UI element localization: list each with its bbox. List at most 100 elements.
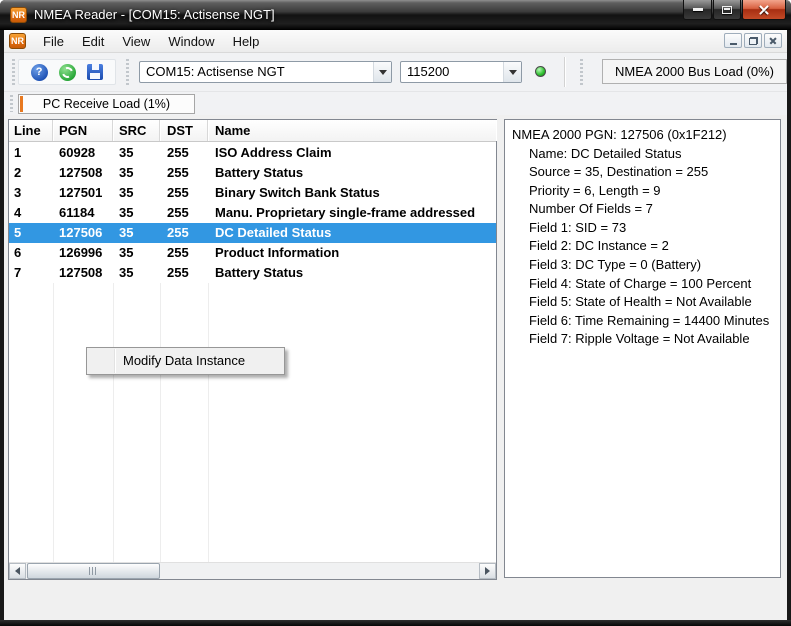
mdi-restore-icon [749,37,758,45]
column-header-src[interactable]: SRC [113,120,160,141]
cell-pgn: 127508 [53,263,113,283]
toolbar-gripper[interactable] [10,95,13,112]
cell-line: 7 [9,263,53,283]
cell-dst: 255 [160,263,208,283]
cell-dst: 255 [160,243,208,263]
detail-line: Name: DC Detailed Status [512,145,780,164]
mdi-close-icon [769,37,777,45]
thumb-grip-icon [89,567,98,575]
close-button[interactable] [742,0,786,20]
table-header: Line PGN SRC DST Name [9,120,496,142]
horizontal-scrollbar[interactable] [9,562,496,579]
save-icon[interactable] [87,64,103,80]
cell-name: DC Detailed Status [208,223,496,243]
table-row[interactable]: 312750135255Binary Switch Bank Status [9,183,496,203]
detail-line: Field 6: Time Remaining = 14400 Minutes [512,312,780,331]
chevron-down-icon[interactable] [373,62,391,82]
cell-src: 35 [113,203,160,223]
detail-line: Field 4: State of Charge = 100 Percent [512,275,780,294]
cell-dst: 255 [160,163,208,183]
table-row[interactable]: 212750835255Battery Status [9,163,496,183]
cell-pgn: 61184 [53,203,113,223]
cell-pgn: 60928 [53,143,113,163]
baud-rate-value: 115200 [407,62,449,82]
table-row[interactable]: 712750835255Battery Status [9,263,496,283]
table-row[interactable]: 16092835255ISO Address Claim [9,143,496,163]
title-bar: NR NMEA Reader - [COM15: Actisense NGT] [0,0,791,30]
toolbar-gripper[interactable] [12,59,15,85]
column-gridline [53,283,54,579]
cell-pgn: 126996 [53,243,113,263]
main-toolbar: COM15: Actisense NGT 115200 NMEA 2000 Bu… [4,53,787,91]
detail-line: Source = 35, Destination = 255 [512,163,780,182]
minimize-button[interactable] [683,0,712,20]
detail-line: Priority = 6, Length = 9 [512,182,780,201]
cell-name: Battery Status [208,163,496,183]
minimize-icon [693,8,703,11]
scroll-left-button[interactable] [9,563,26,579]
mdi-window-controls [724,33,782,48]
cell-name: ISO Address Claim [208,143,496,163]
menu-file[interactable]: File [34,30,73,53]
column-header-line[interactable]: Line [9,120,53,141]
pc-receive-load-indicator[interactable]: PC Receive Load (1%) [18,94,195,114]
menu-help[interactable]: Help [224,30,269,53]
arrow-left-icon [11,567,20,575]
detail-line: Field 7: Ripple Voltage = Not Available [512,330,780,349]
column-gridline [160,283,161,579]
cell-src: 35 [113,183,160,203]
column-header-dst[interactable]: DST [160,120,208,141]
mdi-close-button[interactable] [764,33,782,48]
help-icon[interactable] [31,64,48,81]
baud-rate-select[interactable]: 115200 [400,61,522,83]
cell-src: 35 [113,223,160,243]
close-icon [758,4,770,16]
mdi-minimize-button[interactable] [724,33,742,48]
detail-line: Number Of Fields = 7 [512,200,780,219]
cell-src: 35 [113,163,160,183]
detail-line: Field 2: DC Instance = 2 [512,237,780,256]
status-led-icon [535,66,546,77]
chevron-down-icon[interactable] [503,62,521,82]
cell-pgn: 127501 [53,183,113,203]
cell-line: 3 [9,183,53,203]
cell-name: Product Information [208,243,496,263]
cell-name: Binary Switch Bank Status [208,183,496,203]
column-gridline [113,283,114,579]
secondary-toolbar: PC Receive Load (1%) [4,91,787,115]
maximize-button[interactable] [713,0,741,20]
bus-load-indicator[interactable]: NMEA 2000 Bus Load (0%) [602,59,787,84]
scroll-right-button[interactable] [479,563,496,579]
column-header-pgn[interactable]: PGN [53,120,113,141]
cell-src: 35 [113,243,160,263]
table-row[interactable]: 46118435255Manu. Proprietary single-fram… [9,203,496,223]
com-port-select[interactable]: COM15: Actisense NGT [139,61,392,83]
mdi-restore-button[interactable] [744,33,762,48]
table-row[interactable]: 612699635255Product Information [9,243,496,263]
cell-line: 1 [9,143,53,163]
column-header-name[interactable]: Name [208,120,496,141]
cell-dst: 255 [160,203,208,223]
scrollbar-thumb[interactable] [27,563,160,579]
window-title: NMEA Reader - [COM15: Actisense NGT] [34,7,275,22]
toolbar-gripper[interactable] [580,59,583,85]
cell-name: Battery Status [208,263,496,283]
cell-dst: 255 [160,223,208,243]
menu-window[interactable]: Window [159,30,223,53]
menu-view[interactable]: View [113,30,159,53]
cell-line: 2 [9,163,53,183]
menu-edit[interactable]: Edit [73,30,113,53]
toolbar-gripper[interactable] [126,59,129,85]
mdi-minimize-icon [730,43,737,45]
context-menu-item-modify-data-instance[interactable]: Modify Data Instance [123,348,245,374]
table-row-selected[interactable]: 512750635255DC Detailed Status [9,223,496,243]
app-icon: NR [10,7,27,23]
refresh-icon[interactable] [59,64,76,81]
cell-pgn: 127508 [53,163,113,183]
details-panel: NMEA 2000 PGN: 127506 (0x1F212) Name: DC… [504,119,781,578]
context-menu: Modify Data Instance [86,347,285,375]
main-area: Line PGN SRC DST Name 16092835255ISO Add… [4,115,787,580]
document-icon[interactable]: NR [9,33,26,49]
context-menu-gutter [114,349,116,373]
cell-line: 4 [9,203,53,223]
